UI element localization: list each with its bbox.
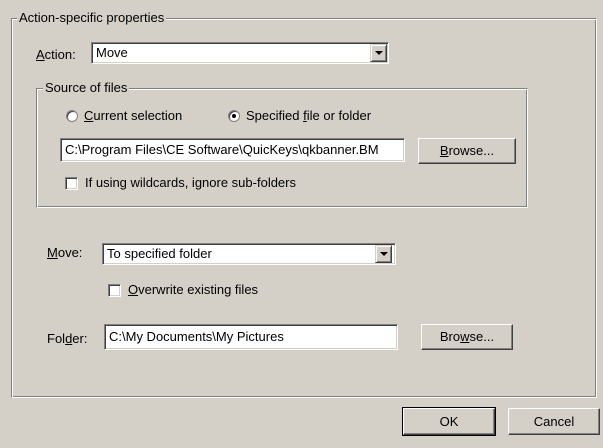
source-browse-button[interactable]: Browse...	[418, 138, 516, 164]
folder-browse-button[interactable]: Browse...	[421, 324, 513, 350]
folder-input[interactable]: C:\My Documents\My Pictures	[104, 324, 398, 350]
folder-label: Folder:	[47, 331, 88, 346]
overwrite-label[interactable]: Overwrite existing files	[128, 282, 258, 298]
action-dropdown-button[interactable]	[370, 44, 387, 62]
ok-button[interactable]: OK	[402, 407, 496, 436]
radio-selected-dot	[232, 114, 236, 118]
folder-value: C:\My Documents\My Pictures	[109, 329, 284, 344]
source-of-files-legend: Source of files	[43, 80, 130, 95]
radio-current-selection[interactable]	[66, 110, 78, 122]
source-path-value: C:\Program Files\CE Software\QuicKeys\qk…	[65, 142, 379, 157]
action-dropdown-value: Move	[96, 45, 128, 60]
move-dropdown-button[interactable]	[375, 245, 392, 263]
chevron-down-icon	[380, 252, 388, 256]
radio-specified-file[interactable]	[228, 110, 240, 122]
wildcards-checkbox[interactable]	[65, 177, 78, 190]
move-dropdown-value: To specified folder	[107, 246, 212, 261]
source-path-input[interactable]: C:\Program Files\CE Software\QuicKeys\qk…	[60, 138, 405, 162]
move-dropdown[interactable]: To specified folder	[102, 243, 396, 265]
action-properties-legend: Action-specific properties	[17, 10, 167, 25]
chevron-down-icon	[375, 51, 383, 55]
radio-current-selection-label[interactable]: Current selection	[84, 108, 182, 124]
move-label: Move:	[47, 245, 83, 260]
cancel-button[interactable]: Cancel	[508, 408, 600, 435]
wildcards-label[interactable]: If using wildcards, ignore sub-folders	[85, 175, 296, 191]
action-dropdown[interactable]: Move	[91, 42, 389, 64]
overwrite-checkbox[interactable]	[108, 284, 121, 297]
radio-specified-file-label[interactable]: Specified file or folder	[246, 108, 371, 124]
action-label: Action:	[36, 47, 76, 62]
